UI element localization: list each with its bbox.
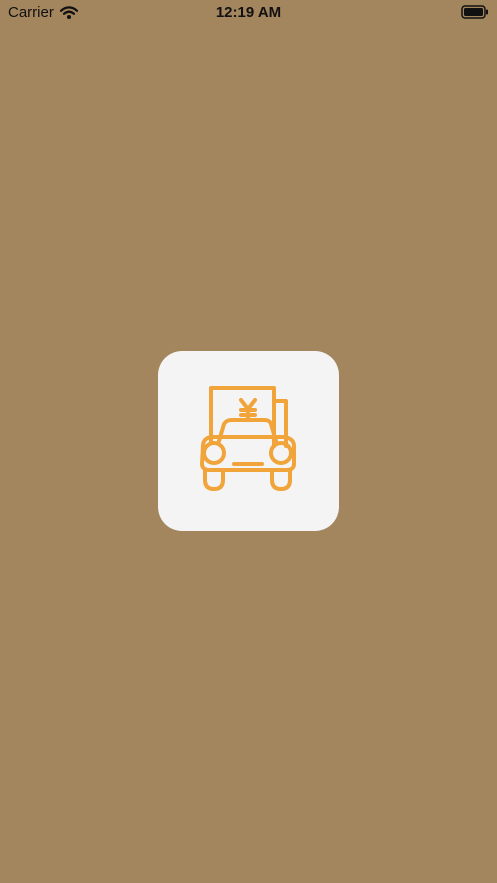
battery-icon	[461, 5, 488, 19]
status-bar: Carrier 12:19 AM	[0, 0, 497, 26]
status-time: 12:19 AM	[215, 4, 282, 21]
app-splash-card	[158, 351, 339, 531]
car-with-yen-sign-icon	[200, 386, 296, 491]
